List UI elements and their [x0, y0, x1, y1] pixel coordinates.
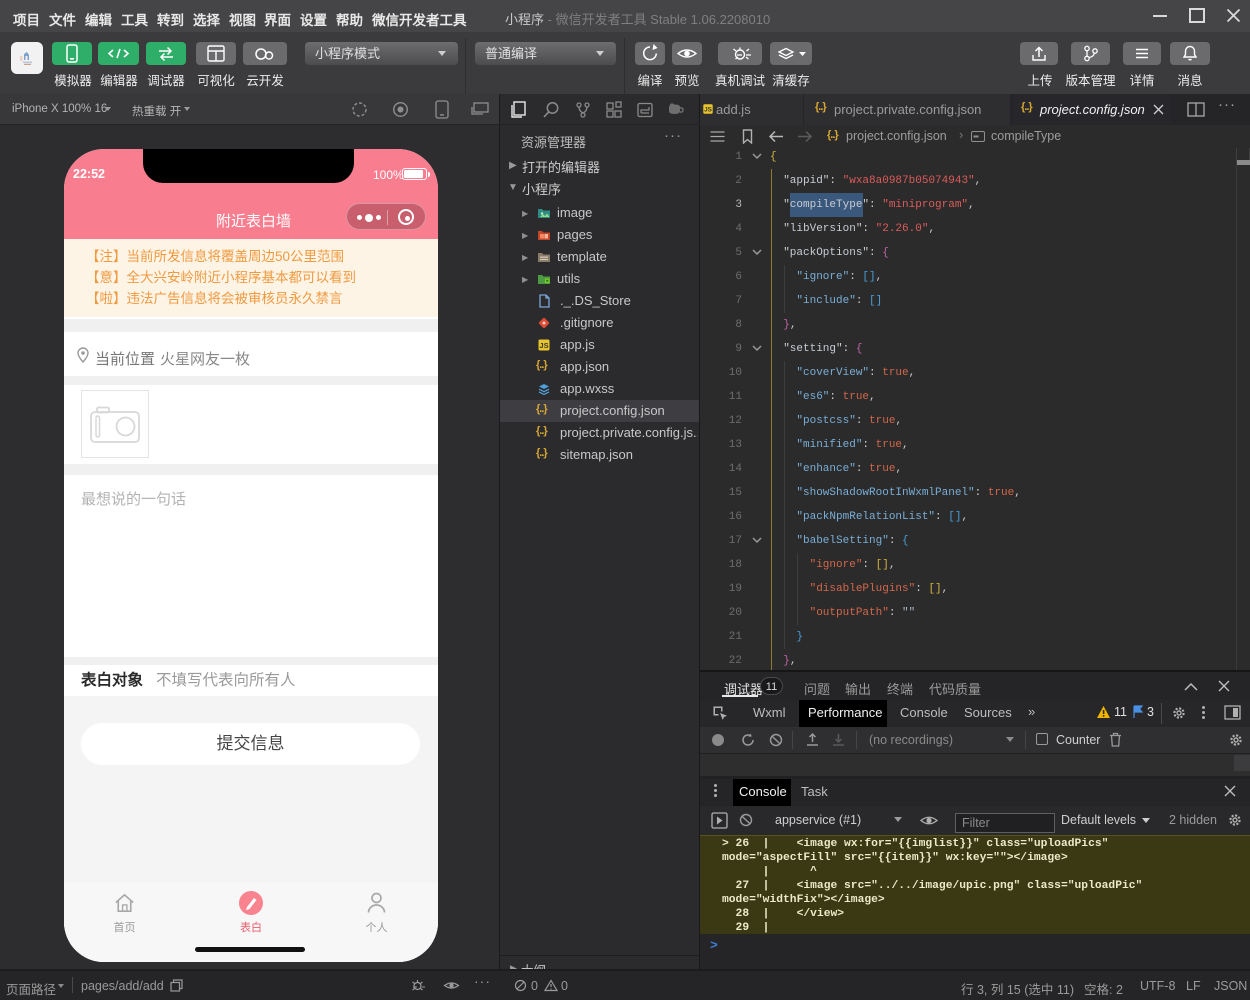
svg-text:JS: JS — [539, 341, 548, 350]
svg-text:JS: JS — [704, 107, 713, 114]
